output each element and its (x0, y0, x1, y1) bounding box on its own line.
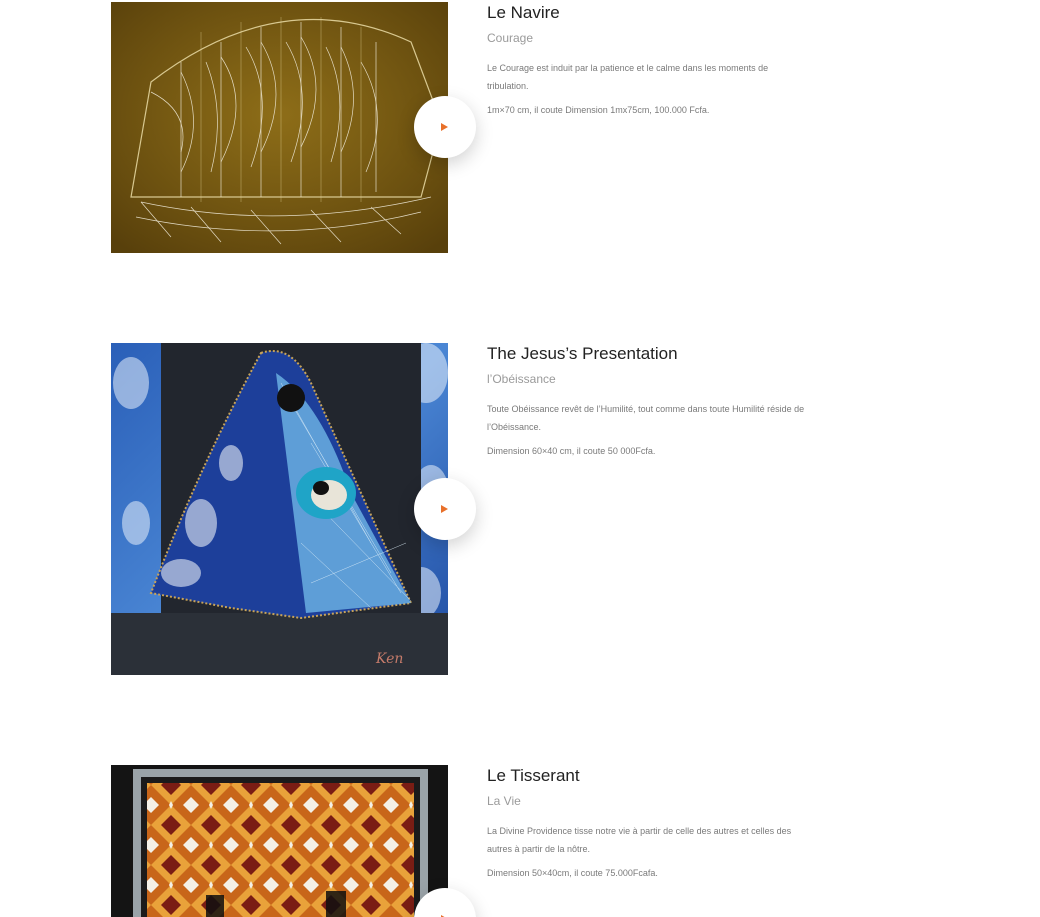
artwork-subtitle: l’Obéissance (487, 372, 556, 386)
play-icon (441, 123, 448, 131)
artwork-image-ship[interactable] (111, 2, 448, 253)
artwork-description: Le Courage est induit par la patience et… (487, 63, 769, 91)
svg-text:Ken: Ken (375, 651, 403, 667)
artwork-price: Dimension 50×40cm, il coute 75.000Fcafa. (487, 868, 658, 878)
artwork-subtitle: La Vie (487, 794, 521, 808)
artwork-image-weaver[interactable] (111, 765, 448, 917)
artwork-info: The Jesus’s Presentation l’Obéissance To… (487, 345, 807, 458)
artwork-title: Le Tisserant (487, 766, 580, 785)
artwork-subtitle: Courage (487, 31, 534, 45)
artwork-title: The Jesus’s Presentation (487, 344, 678, 363)
play-icon (441, 505, 448, 513)
gallery-page: Le Navire Courage Le Courage est induit … (0, 0, 1040, 917)
artwork-image-presentation[interactable]: Ken (111, 343, 448, 675)
artwork-info: Le Tisserant La Vie La Divine Providence… (487, 767, 807, 880)
play-button[interactable] (414, 478, 476, 540)
play-button[interactable] (414, 96, 476, 158)
artwork-title: Le Navire (487, 3, 560, 22)
artwork-info: Le Navire Courage Le Courage est induit … (487, 4, 807, 117)
artwork-description: Toute Obéissance revêt de l’Humilité, to… (487, 404, 805, 432)
artwork-price: Dimension 60×40 cm, il coute 50 000Fcfa. (487, 446, 656, 456)
artwork-price: 1m×70 cm, il coute Dimension 1mx75cm, 10… (487, 105, 710, 115)
artwork-description: La Divine Providence tisse notre vie à p… (487, 826, 792, 854)
